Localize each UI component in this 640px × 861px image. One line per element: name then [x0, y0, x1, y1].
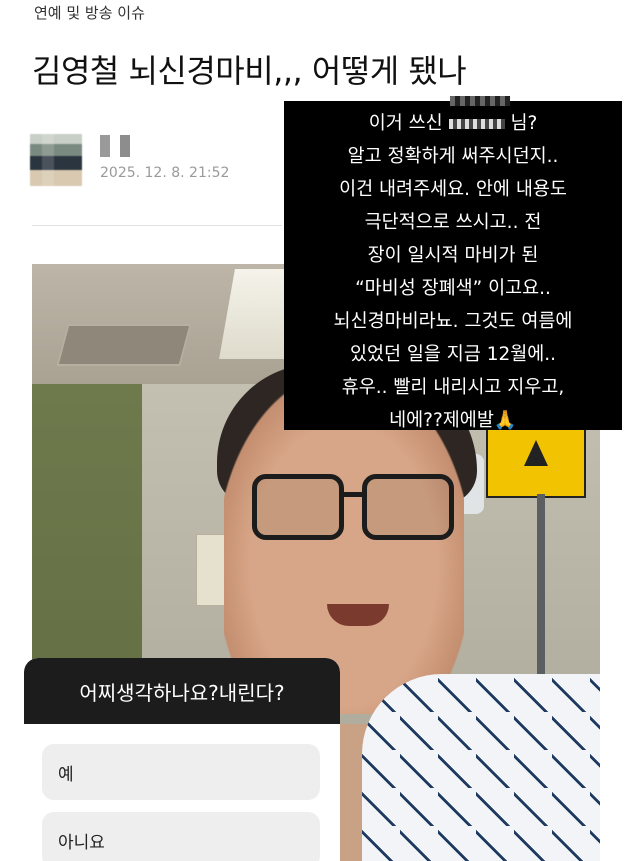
avatar[interactable]: [30, 134, 82, 186]
overlay-line-1: 님?: [510, 113, 538, 134]
overlay-line-8: 있었던 일을 지금 12월에..: [349, 344, 557, 365]
redacted-header: [450, 96, 510, 106]
author-avatar[interactable]: [30, 130, 90, 186]
overlay-line-2: 알고 정확하게 써주시던지..: [347, 146, 559, 167]
redacted-name: [448, 119, 505, 129]
overlay-line-5: 장이 일시적 마비가 된: [367, 245, 539, 266]
divider: [32, 225, 282, 226]
overlay-line-4: 극단적으로 쓰시고.. 전: [364, 212, 542, 233]
story-text-overlay: 이거 쓰신 님? 알고 정확하게 써주시던지.. 이건 내려주세요. 안에 내용…: [284, 101, 622, 431]
ceiling-vent: [56, 324, 192, 366]
overlay-line-0: 이거 쓰신: [368, 113, 443, 134]
overlay-line-7: 뇌신경마비라뇨. 그것도 여름에: [333, 311, 573, 332]
post-date: 2025. 12. 8. 21:52: [100, 165, 230, 181]
poll-option-no[interactable]: 아니요: [42, 812, 320, 861]
glasses: [252, 474, 462, 540]
hospital-gown: [362, 674, 600, 861]
overlay-line: 이거 쓰신 님?: [284, 107, 622, 140]
poll-option-yes[interactable]: 예: [42, 744, 320, 800]
article-category[interactable]: 연예 및 방송 이슈: [34, 2, 145, 23]
poll-widget: 어찌생각하나요?내린다? 예 아니요: [24, 658, 340, 861]
overlay-line-10: 네에??제에발🙏: [389, 410, 517, 431]
overlay-line-6: “마비성 장폐색” 이고요..: [355, 278, 551, 299]
poll-question: 어찌생각하나요?내린다?: [24, 658, 340, 724]
overlay-line-3: 이건 내려주세요. 안에 내용도: [339, 179, 567, 200]
author-name[interactable]: ■ ■: [100, 135, 136, 157]
article-title: 김영철 뇌신경마비,,, 어떻게 됐나: [32, 52, 467, 90]
overlay-line-9: 휴우.. 빨리 내리시고 지우고,: [341, 377, 565, 398]
